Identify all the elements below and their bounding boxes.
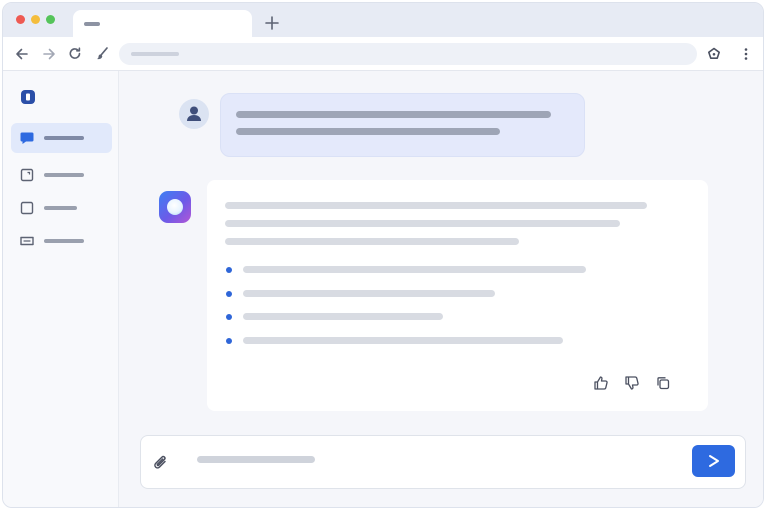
browser-window: [2, 2, 764, 508]
app-logo-icon[interactable]: [20, 89, 36, 105]
close-window-button[interactable]: [16, 15, 25, 24]
sidebar-item-label: [44, 239, 84, 243]
square-icon: [19, 200, 35, 216]
document-icon: [19, 167, 35, 183]
extension-icon[interactable]: [705, 45, 723, 63]
address-bar[interactable]: [119, 43, 697, 65]
minimize-window-button[interactable]: [31, 15, 40, 24]
list-item-line: [243, 266, 586, 273]
bullet-point: [226, 291, 232, 297]
sidebar-item-pages[interactable]: [11, 193, 112, 223]
tab-title: [84, 22, 100, 26]
list-item-line: [243, 290, 495, 297]
thumbs-up-icon[interactable]: [593, 375, 609, 391]
message-text-line: [236, 128, 500, 135]
active-tab[interactable]: [73, 10, 252, 38]
back-icon[interactable]: [13, 45, 31, 63]
copy-icon[interactable]: [655, 375, 671, 391]
paperclip-icon[interactable]: [152, 453, 170, 473]
tab-strip: [3, 3, 763, 38]
sidebar-item-chat[interactable]: [11, 123, 112, 153]
message-input[interactable]: [197, 456, 315, 463]
thumbs-down-icon[interactable]: [624, 375, 640, 391]
sidebar: [3, 71, 119, 507]
send-arrow-icon: [708, 455, 719, 467]
message-text-line: [225, 238, 519, 245]
message-text-line: [225, 202, 647, 209]
chat-main: [119, 71, 763, 507]
sidebar-item-lists[interactable]: [11, 226, 112, 256]
reload-icon[interactable]: [66, 45, 84, 63]
sidebar-item-label: [44, 206, 77, 210]
address-bar-text: [131, 52, 179, 56]
list-item-line: [243, 337, 563, 344]
sidebar-item-label: [44, 136, 84, 140]
maximize-window-button[interactable]: [46, 15, 55, 24]
sidebar-item-documents[interactable]: [11, 160, 112, 190]
browser-toolbar: [3, 37, 763, 71]
message-text-line: [236, 111, 551, 118]
assistant-logo-icon: [159, 191, 191, 223]
brush-icon[interactable]: [93, 45, 111, 63]
chat-bubble-icon: [19, 130, 35, 146]
bullet-point: [226, 314, 232, 320]
plus-icon[interactable]: [261, 12, 283, 34]
message-composer[interactable]: [140, 435, 746, 489]
bullet-point: [226, 267, 232, 273]
bullet-point: [226, 338, 232, 344]
list-item-line: [243, 313, 443, 320]
assistant-message-card: [207, 180, 708, 411]
user-avatar-icon: [179, 99, 209, 129]
forward-icon[interactable]: [40, 45, 58, 63]
user-message-bubble: [220, 93, 585, 157]
sidebar-item-label: [44, 173, 84, 177]
kebab-menu-icon[interactable]: [737, 45, 755, 63]
message-text-line: [225, 220, 620, 227]
send-button[interactable]: [692, 445, 735, 477]
list-icon: [19, 233, 35, 249]
